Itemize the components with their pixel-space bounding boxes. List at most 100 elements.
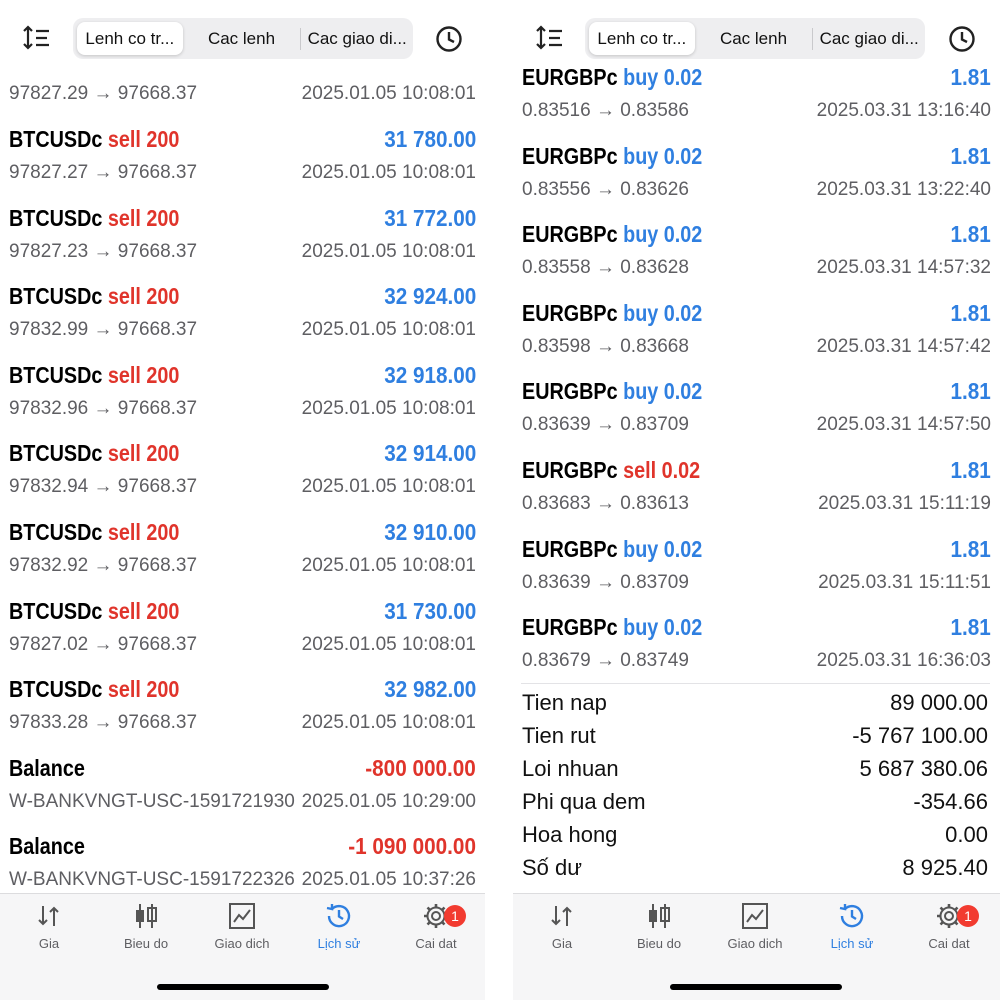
symbol-label: BTCUSDc sell 200	[9, 519, 179, 546]
symbol-label: EURGBPc buy 0.02	[522, 64, 702, 91]
list-item[interactable]: EURGBPc buy 0.02 1.81 0.83556 → 0.83626 202…	[513, 143, 1000, 221]
summary-label: Tien nap	[522, 690, 607, 715]
symbol-label: BTCUSDc sell 200	[9, 676, 179, 703]
price-range: 0.83516 → 0.83586	[522, 100, 689, 121]
tab-open-orders[interactable]: Lenh co tr...	[77, 22, 183, 55]
deal-time: 2025.03.31 14:57:50	[816, 414, 991, 436]
symbol-label: EURGBPc buy 0.02	[522, 143, 702, 170]
list-item[interactable]: BTCUSDc sell 200 32 910.00 97832.92 → 9766…	[0, 519, 485, 597]
price-range: 97827.29 → 97668.37	[9, 83, 198, 104]
trade-action: sell 200	[107, 283, 180, 310]
deal-time: 2025.01.05 10:08:01	[301, 319, 476, 341]
symbol-name: BTCUSDc	[9, 283, 103, 310]
nav-gear[interactable]: Cai dat 1	[388, 902, 484, 951]
segmented-control: Lenh co tr... Cac lenh Cac giao di...	[585, 18, 925, 59]
clock-icon[interactable]	[434, 24, 464, 54]
nav-price-arrows[interactable]: Gia	[514, 902, 610, 951]
tab-orders[interactable]: Cac lenh	[183, 22, 301, 55]
summary-row: Số dư 8 925.40	[521, 849, 990, 882]
sort-icon[interactable]	[535, 24, 565, 52]
price-range: 97832.99 → 97668.37	[9, 319, 198, 341]
summary-value: -354.66	[913, 789, 988, 814]
tab-orders[interactable]: Cac lenh	[695, 22, 813, 55]
nav-gear[interactable]: Cai dat 1	[901, 902, 997, 951]
profit-value: -800 000.00	[365, 754, 476, 781]
summary-value: 8 925.40	[902, 855, 988, 880]
list-item[interactable]: EURGBPc buy 0.02 1.81 0.83639 → 0.83709 202…	[513, 536, 1000, 614]
list-item[interactable]: EURGBPc buy 0.02 1.81 0.83679 → 0.83749 202…	[513, 614, 1000, 692]
profit-value: 31 772.00	[383, 204, 476, 231]
symbol-label: EURGBPc buy 0.02	[522, 221, 702, 248]
list-item[interactable]: BTCUSDc sell 200 31 730.00 97827.02 → 9766…	[0, 598, 485, 676]
symbol-name: BTCUSDc	[9, 204, 103, 231]
price-range: 97827.27 → 97668.37	[9, 162, 198, 183]
deal-time: 2025.03.31 13:22:40	[816, 178, 991, 200]
profit-value: 31 730.00	[383, 597, 476, 624]
symbol-label: BTCUSDc sell 200	[9, 362, 179, 389]
trade-action: sell 200	[107, 361, 180, 388]
list-item[interactable]: BTCUSDc sell 200 32 924.00 97832.99 → 9766…	[0, 283, 485, 361]
list-item[interactable]: EURGBPc buy 0.02 1.81 0.83639 → 0.83709 202…	[513, 378, 1000, 456]
summary-value: 0.00	[945, 822, 988, 847]
home-indicator	[157, 984, 329, 990]
summary-value: -5 767 100.00	[852, 723, 988, 748]
bottom-tab-bar: Gia Bieu do Giao dich Lịch sử Cai dat 1	[0, 893, 485, 1000]
price-range: 0.83679 → 0.83749	[522, 650, 689, 672]
nav-candlestick[interactable]: Bieu do	[98, 902, 194, 951]
deal-time: 2025.01.05 10:08:01	[301, 83, 476, 104]
balance-comment: W-BANKVNGT-USC-1591721930	[9, 790, 295, 812]
summary-label: Hoa hong	[522, 822, 618, 847]
profit-value: 32 924.00	[383, 283, 476, 310]
trade-action: buy 0.02	[623, 142, 703, 169]
list-item[interactable]: EURGBPc sell 0.02 1.81 0.83683 → 0.83613 20…	[513, 457, 1000, 535]
symbol-label: EURGBPc buy 0.02	[522, 536, 702, 563]
nav-candlestick[interactable]: Bieu do	[611, 902, 707, 951]
top-bar: Lenh co tr... Cac lenh Cac giao di...	[513, 0, 1000, 62]
list-item[interactable]: BTCUSDc sell 200 31 780.00 97827.27 → 9766…	[0, 126, 485, 204]
price-range: 97832.96 → 97668.37	[9, 397, 198, 419]
deal-time: 2025.01.05 10:08:01	[301, 555, 476, 576]
nav-label: Bieu do	[123, 936, 169, 951]
deal-time: 2025.03.31 15:11:19	[818, 493, 991, 514]
candlestick-icon	[611, 902, 707, 930]
nav-history-clock[interactable]: Lịch sử	[804, 902, 900, 951]
trade-action: buy 0.02	[623, 614, 703, 641]
price-arrows-icon	[1, 902, 97, 930]
deal-time: 2025.01.05 10:08:01	[301, 240, 476, 262]
symbol-name: BTCUSDc	[9, 519, 103, 545]
nav-history-clock[interactable]: Lịch sử	[291, 902, 387, 951]
trade-action: buy 0.02	[623, 378, 703, 405]
trade-action: sell 200	[107, 597, 180, 624]
tab-open-orders[interactable]: Lenh co tr...	[589, 22, 695, 55]
symbol-name: EURGBPc	[522, 378, 618, 405]
tab-deals[interactable]: Cac giao di...	[301, 22, 413, 55]
profit-value: 32 910.00	[383, 519, 476, 545]
list-item[interactable]: EURGBPc buy 0.02 1.81 0.83558 → 0.83628 202…	[513, 221, 1000, 299]
list-item[interactable]: BTCUSDc sell 200 32 918.00 97832.96 → 9766…	[0, 362, 485, 440]
nav-label: Bieu do	[636, 936, 682, 951]
symbol-label: Balance	[9, 833, 85, 860]
price-range: 97827.02 → 97668.37	[9, 633, 198, 655]
deal-time: 2025.01.05 10:08:01	[301, 476, 476, 498]
summary-row: Tien nap 89 000.00	[521, 684, 990, 717]
trade-action: buy 0.02	[623, 221, 703, 248]
list-item[interactable]: EURGBPc buy 0.02 1.81 0.83598 → 0.83668 202…	[513, 300, 1000, 378]
list-item[interactable]: EURGBPc buy 0.02 1.81 0.83516 → 0.83586 202…	[513, 64, 1000, 142]
segmented-control: Lenh co tr... Cac lenh Cac giao di...	[73, 18, 413, 59]
list-item[interactable]: BTCUSDc sell 200 31 772.00 97827.23 → 9766…	[0, 205, 485, 283]
profit-value: 1.81	[950, 142, 991, 169]
list-item[interactable]: BTCUSDc sell 200 32 914.00 97832.94 → 9766…	[0, 440, 485, 518]
nav-trade-chart[interactable]: Giao dich	[194, 902, 290, 951]
nav-trade-chart[interactable]: Giao dich	[707, 902, 803, 951]
list-item[interactable]: BTCUSDc sell 200 32 982.00 97833.28 → 9766…	[0, 676, 485, 754]
trade-chart-icon	[707, 902, 803, 930]
clock-icon[interactable]	[947, 24, 977, 54]
nav-price-arrows[interactable]: Gia	[1, 902, 97, 951]
summary-row: Hoa hong 0.00	[521, 816, 990, 849]
history-clock-icon	[291, 902, 387, 930]
symbol-name: BTCUSDc	[9, 361, 103, 388]
profit-value: 1.81	[950, 221, 991, 248]
sort-icon[interactable]	[22, 24, 52, 52]
tab-deals[interactable]: Cac giao di...	[813, 22, 925, 55]
list-item[interactable]: Balance -800 000.00 W-BANKVNGT-USC-1591721…	[0, 755, 485, 833]
